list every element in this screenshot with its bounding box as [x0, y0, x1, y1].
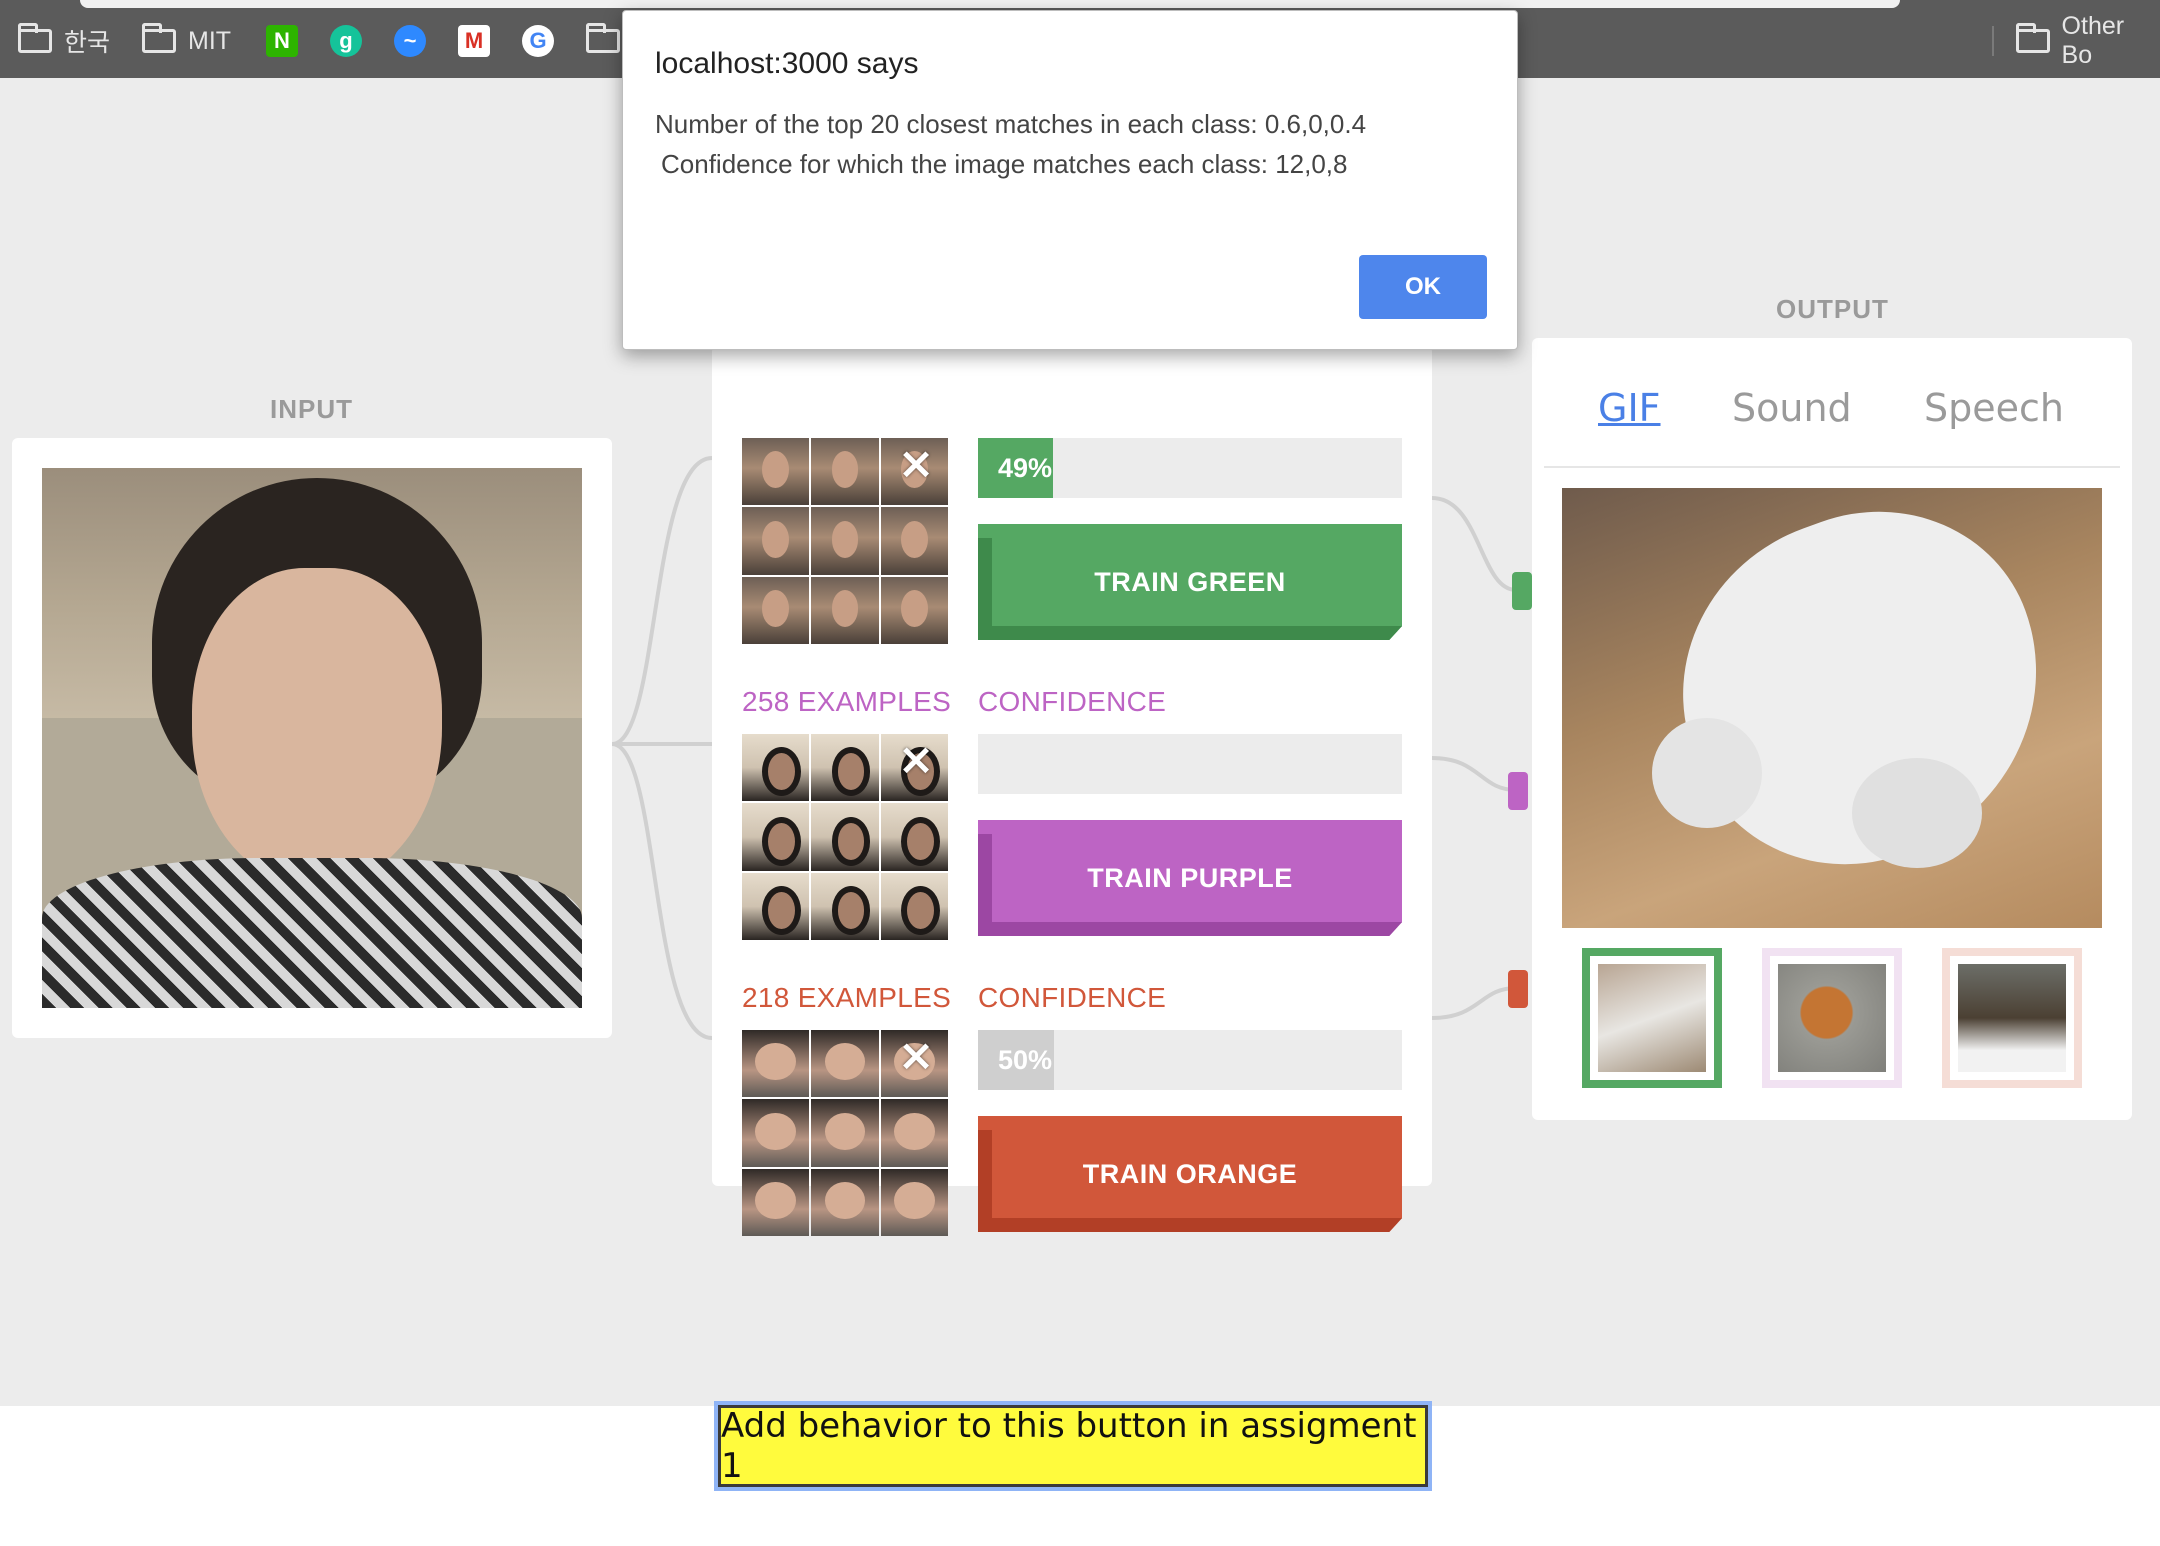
bookmark-naver[interactable]: N [266, 24, 298, 58]
output-gif [1562, 488, 2102, 928]
messenger-icon: ~ [394, 25, 426, 57]
input-label: INPUT [270, 394, 353, 424]
tab-speech[interactable]: Speech [1924, 386, 2064, 430]
grammarly-icon: g [330, 25, 362, 57]
bookmark-messenger[interactable]: ~ [394, 24, 426, 58]
naver-icon: N [266, 25, 298, 57]
clear-green-icon[interactable]: × [896, 442, 936, 486]
clear-orange-icon[interactable]: × [896, 1034, 936, 1078]
orange-confidence-label: CONFIDENCE [978, 982, 1167, 1013]
gif-thumb-purple[interactable] [1762, 948, 1902, 1088]
alert-dialog: localhost:3000 says Number of the top 20… [622, 10, 1518, 350]
orange-confidence-value: 50% [998, 1045, 1053, 1075]
folder-icon [2016, 23, 2050, 53]
bookmarks-separator [1992, 26, 1994, 56]
google-icon: G [522, 25, 554, 57]
orange-examples-count: 218 EXAMPLES [742, 982, 952, 1013]
tab-sound[interactable]: Sound [1732, 386, 1852, 430]
bookmark-mit[interactable]: MIT [142, 23, 232, 58]
output-card: GIF Sound Speech [1532, 338, 2132, 1120]
clear-purple-icon[interactable]: × [896, 738, 936, 782]
folder-icon [142, 23, 176, 53]
dialog-title: localhost:3000 says [655, 47, 919, 80]
bookmark-other[interactable]: Other Bo [2016, 12, 2160, 69]
bookmark-korea[interactable]: 한국 [18, 23, 111, 58]
dialog-message-confidence: Confidence for which the image matches e… [661, 149, 1348, 179]
bookmark-google[interactable]: G [522, 24, 554, 58]
bookmark-label: MIT [188, 26, 232, 55]
orange-confidence-meter: 50% [978, 1030, 1402, 1090]
train-purple-label: TRAIN PURPLE [1087, 862, 1293, 893]
bookmark-grammarly[interactable]: g [330, 24, 362, 58]
train-purple-button[interactable]: TRAIN PURPLE [978, 820, 1402, 936]
assignment-button[interactable]: Add behavior to this button in assigment… [718, 1405, 1428, 1487]
gif-thumb-orange[interactable] [1942, 948, 2082, 1088]
tabs-divider [1544, 466, 2120, 468]
train-orange-label: TRAIN ORANGE [1082, 1158, 1298, 1189]
input-card [12, 438, 612, 1038]
address-bar-edge [80, 0, 1900, 8]
output-label: OUTPUT [1776, 294, 1889, 324]
train-orange-button[interactable]: TRAIN ORANGE [978, 1116, 1402, 1232]
webcam-feed [42, 468, 582, 1008]
green-confidence-meter: 49% [978, 438, 1402, 498]
dialog-message-matches: Number of the top 20 closest matches in … [655, 109, 1367, 139]
bookmark-gmail[interactable]: M [458, 24, 490, 58]
train-green-button[interactable]: TRAIN GREEN [978, 524, 1402, 640]
purple-confidence-label: CONFIDENCE [978, 686, 1167, 717]
dialog-ok-button[interactable]: OK [1359, 255, 1487, 319]
training-card: × 49% TRAIN GREEN 258 EXAMPLES CONFIDENC… [712, 346, 1432, 1236]
gif-thumb-green[interactable] [1582, 948, 1722, 1088]
folder-icon [586, 23, 620, 53]
train-green-label: TRAIN GREEN [1094, 566, 1286, 597]
folder-icon [18, 23, 52, 53]
tab-gif[interactable]: GIF [1598, 386, 1661, 430]
bookmark-label: 한국 [64, 29, 111, 57]
green-confidence-value: 49% [998, 453, 1053, 483]
purple-examples-count: 258 EXAMPLES [742, 686, 952, 717]
gmail-icon: M [458, 25, 490, 57]
other-bookmarks-label: Other Bo [2061, 12, 2125, 69]
purple-confidence-meter [978, 734, 1402, 794]
